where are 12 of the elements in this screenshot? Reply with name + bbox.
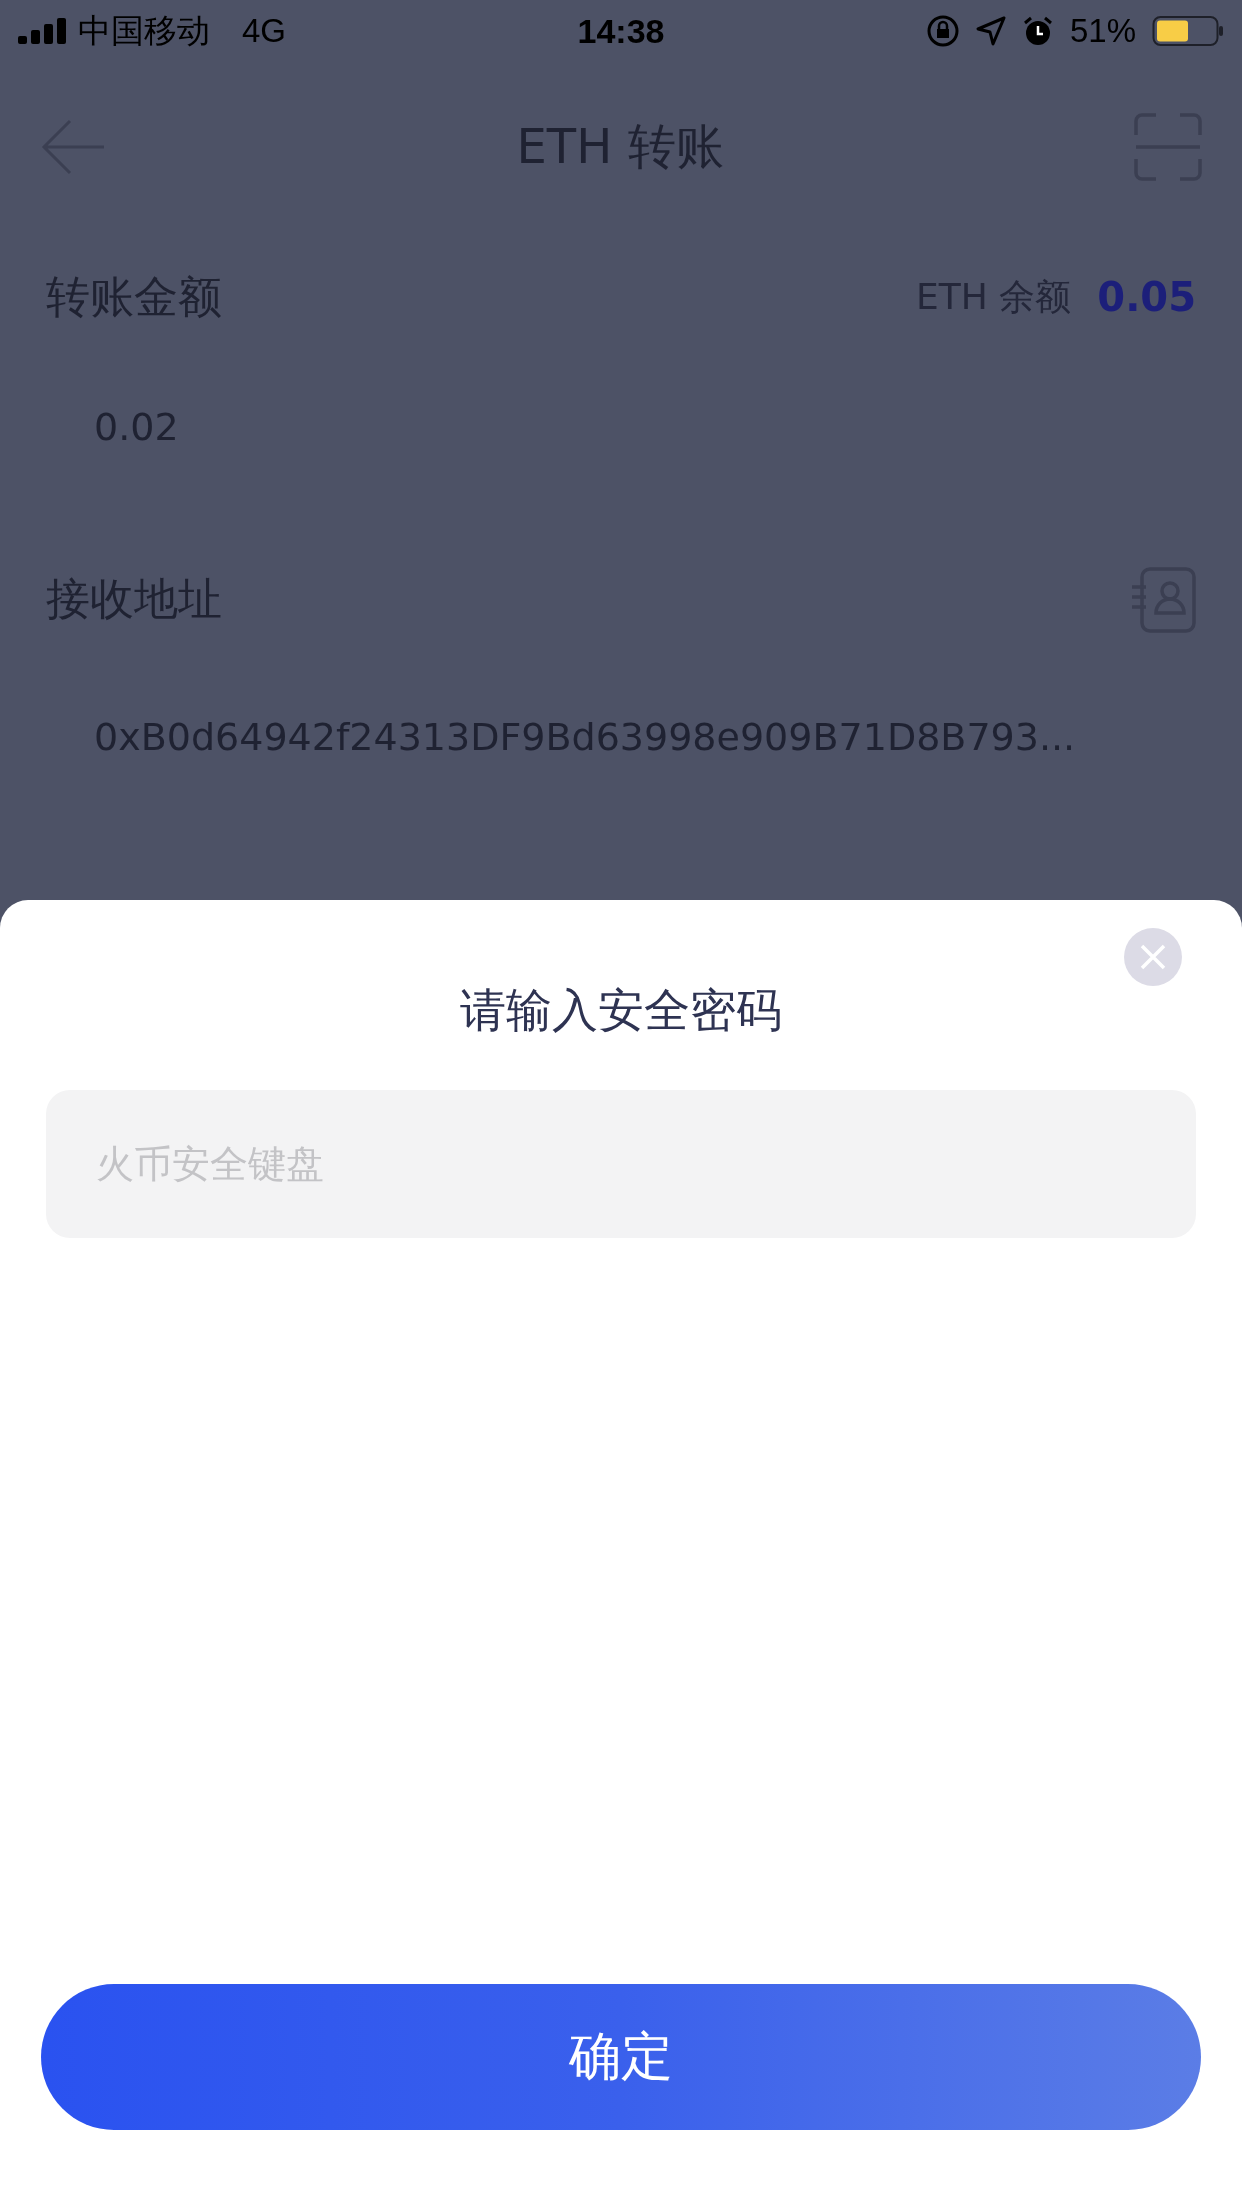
confirm-button[interactable]: 确定 <box>41 1984 1201 2130</box>
network-type: 4G <box>242 12 287 50</box>
location-arrow-icon <box>975 16 1006 46</box>
carrier-name: 中国移动 <box>78 10 210 51</box>
dialog-title: 请输入安全密码 <box>460 982 782 1039</box>
rotation-lock-icon <box>925 14 960 48</box>
status-time: 14:38 <box>577 11 665 51</box>
close-icon <box>1139 943 1167 971</box>
battery-percentage: 51% <box>1069 12 1136 50</box>
signal-icon <box>18 18 68 44</box>
alarm-clock-icon <box>1021 15 1054 47</box>
battery-icon <box>1152 15 1224 47</box>
